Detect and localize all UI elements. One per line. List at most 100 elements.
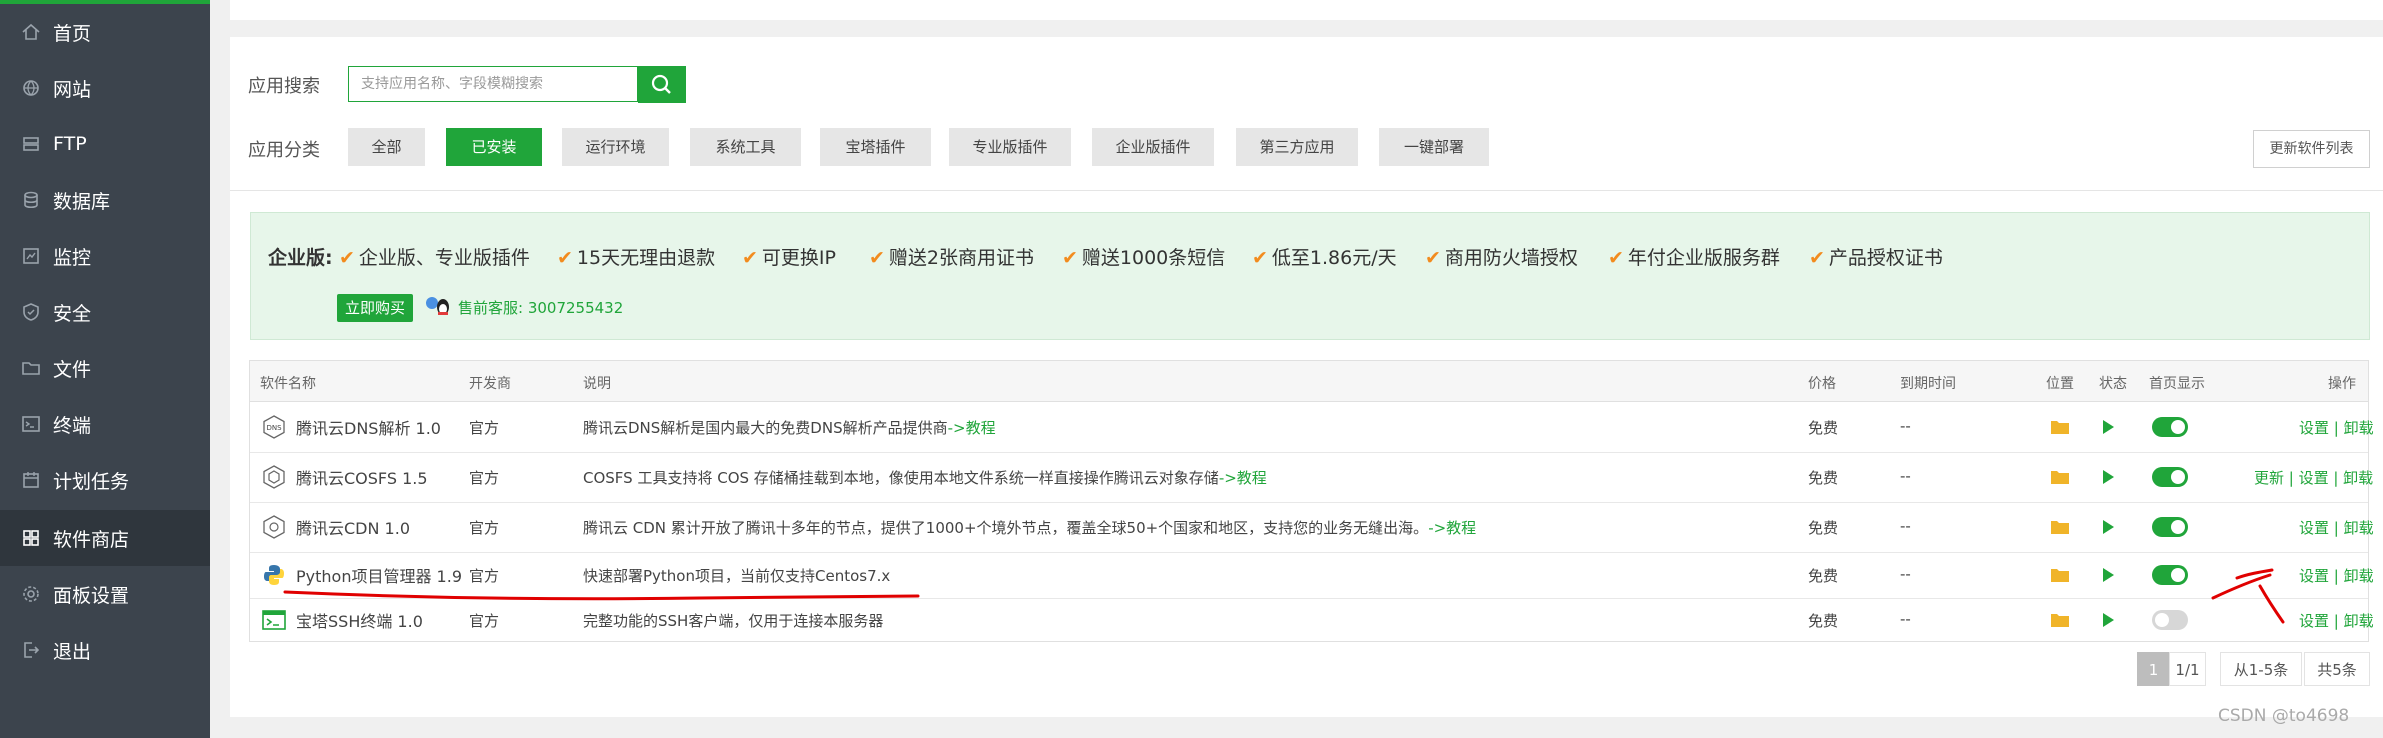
check-icon: ✔ [339, 247, 355, 269]
category-installed[interactable]: 已安装 [446, 128, 542, 166]
table-row: 腾讯云CDN 1.0 官方 腾讯云 CDN 累计开放了腾讯十多年的节点，提供了1… [250, 502, 2374, 553]
qq-service-icon[interactable] [423, 295, 453, 317]
folder-icon [22, 362, 40, 375]
sidebar-item-website[interactable]: 网站 [0, 60, 210, 116]
cosfs-icon [263, 465, 285, 489]
sidebar-item-monitor[interactable]: 监控 [0, 228, 210, 284]
home-display-toggle[interactable] [2152, 467, 2188, 487]
sidebar-item-logout[interactable]: 退出 [0, 622, 210, 678]
row-operations[interactable]: 设置 | 卸载 [2299, 610, 2374, 631]
gear-icon [23, 586, 39, 602]
category-pro-plugins[interactable]: 专业版插件 [949, 128, 1071, 166]
presales-service-contact[interactable]: 售前客服: 3007255432 [458, 297, 623, 318]
sidebar-item-label: 软件商店 [53, 528, 130, 551]
buy-now-button[interactable]: 立即购买 [337, 294, 413, 322]
sidebar-item-ftp[interactable]: FTP [0, 116, 210, 172]
check-icon: ✔ [1809, 247, 1825, 269]
description: 腾讯云 CDN 累计开放了腾讯十多年的节点，提供了1000+个境外节点，覆盖全球… [583, 519, 1477, 537]
sidebar-item-store[interactable]: 软件商店 [0, 510, 210, 566]
sidebar-item-terminal[interactable]: 终端 [0, 396, 210, 452]
sidebar-item-label: 安全 [53, 302, 92, 325]
sidebar-item-files[interactable]: 文件 [0, 340, 210, 396]
ssh-terminal-icon [262, 610, 286, 630]
price: 免费 [1808, 612, 1839, 630]
header-expire: 到期时间 [1900, 376, 1956, 392]
home-icon [22, 23, 40, 40]
terminal-icon [22, 416, 40, 432]
pagination-total: 共5条 [2304, 652, 2370, 686]
tutorial-link[interactable]: ->教程 [1428, 519, 1476, 537]
description: 完整功能的SSH客户端，仅用于连接本服务器 [583, 612, 884, 630]
folder-icon[interactable] [2050, 612, 2070, 628]
top-panel-strip [230, 0, 2383, 20]
home-display-toggle[interactable] [2152, 610, 2188, 630]
category-one-click-deploy[interactable]: 一键部署 [1379, 128, 1489, 166]
sidebar-item-database[interactable]: 数据库 [0, 172, 210, 228]
category-bt-plugins[interactable]: 宝塔插件 [820, 128, 931, 166]
description: COSFS 工具支持将 COS 存储桶挂载到本地，像使用本地文件系统一样直接操作… [583, 469, 1267, 487]
dns-icon: DNS [263, 415, 285, 439]
sidebar-item-cron[interactable]: 计划任务 [0, 452, 210, 508]
banner-feature: ✔ 产品授权证书 [1809, 247, 1943, 269]
play-icon[interactable] [2103, 613, 2114, 627]
check-icon: ✔ [1252, 247, 1268, 269]
table-row: 宝塔SSH终端 1.0 官方 完整功能的SSH客户端，仅用于连接本服务器 免费 … [250, 598, 2374, 642]
developer: 官方 [469, 567, 500, 585]
sidebar-item-label: FTP [53, 133, 87, 155]
refresh-software-list-button[interactable]: 更新软件列表 [2253, 130, 2370, 168]
software-name: Python项目管理器 1.9 [296, 567, 462, 586]
banner-feature: ✔ 商用防火墙授权 [1425, 247, 1578, 269]
check-icon: ✔ [869, 247, 885, 269]
banner-feature: ✔ 赠送1000条短信 [1062, 247, 1226, 269]
globe-icon [23, 80, 39, 96]
category-third-party[interactable]: 第三方应用 [1236, 128, 1358, 166]
pagination-current-page[interactable]: 1 [2137, 652, 2170, 686]
play-icon[interactable] [2103, 420, 2114, 434]
row-operations[interactable]: 设置 | 卸载 [2299, 417, 2374, 438]
developer: 官方 [469, 469, 500, 487]
header-position: 位置 [2046, 376, 2074, 392]
row-operations[interactable]: 设置 | 卸载 [2299, 517, 2374, 538]
category-all[interactable]: 全部 [348, 128, 425, 166]
folder-icon[interactable] [2050, 469, 2070, 485]
banner-feature: ✔ 年付企业版服务群 [1608, 247, 1780, 269]
software-name: 宝塔SSH终端 1.0 [296, 612, 423, 631]
sidebar-item-security[interactable]: 安全 [0, 284, 210, 340]
cdn-icon [263, 515, 285, 539]
table-row: DNS 腾讯云DNS解析 1.0 官方 腾讯云DNS解析是国内最大的免费DNS解… [250, 402, 2374, 453]
folder-icon[interactable] [2050, 567, 2070, 583]
logout-icon [24, 642, 40, 658]
folder-icon[interactable] [2050, 519, 2070, 535]
banner-feature: ✔ 赠送2张商用证书 [869, 247, 1035, 269]
grid-icon [23, 530, 39, 546]
search-button[interactable] [638, 66, 686, 103]
row-operations[interactable]: 设置 | 卸载 [2299, 565, 2374, 586]
sidebar-item-home[interactable]: 首页 [0, 4, 210, 60]
home-display-toggle[interactable] [2152, 517, 2188, 537]
check-icon: ✔ [742, 247, 758, 269]
play-icon[interactable] [2103, 470, 2114, 484]
home-display-toggle[interactable] [2152, 565, 2188, 585]
folder-icon[interactable] [2050, 419, 2070, 435]
sidebar-item-panel-settings[interactable]: 面板设置 [0, 566, 210, 622]
sidebar-item-label: 数据库 [53, 190, 111, 213]
play-icon[interactable] [2103, 520, 2114, 534]
home-display-toggle[interactable] [2152, 417, 2188, 437]
category-system-tools[interactable]: 系统工具 [690, 128, 801, 166]
row-operations[interactable]: 更新 | 设置 | 卸载 [2254, 467, 2373, 488]
header-developer: 开发商 [469, 376, 511, 392]
sidebar-item-label: 面板设置 [53, 584, 130, 607]
tutorial-link[interactable]: ->教程 [1219, 469, 1267, 487]
watermark: CSDN @to4698 [2218, 706, 2350, 726]
play-icon[interactable] [2103, 568, 2114, 582]
banner-title: 企业版: [268, 247, 333, 269]
software-name: 腾讯云DNS解析 1.0 [296, 419, 441, 438]
description: 快速部署Python项目，当前仅支持Centos7.x [583, 567, 891, 585]
price: 免费 [1808, 419, 1839, 437]
tutorial-link[interactable]: ->教程 [948, 419, 996, 437]
sidebar-item-label: 网站 [53, 78, 92, 101]
category-runtime[interactable]: 运行环境 [562, 128, 669, 166]
search-input[interactable]: 支持应用名称、字段模糊搜索 [348, 66, 638, 102]
category-enterprise-plugins[interactable]: 企业版插件 [1092, 128, 1214, 166]
expire-time: -- [1900, 565, 1911, 583]
